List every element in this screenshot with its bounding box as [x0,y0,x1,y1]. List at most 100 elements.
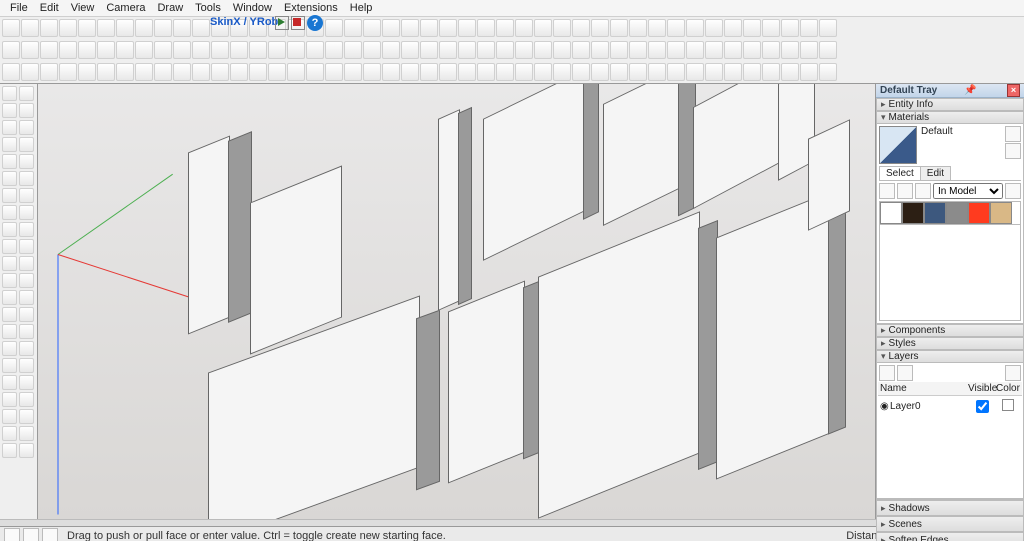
toolbar-button[interactable] [705,41,723,59]
toolbar-button[interactable] [306,63,324,81]
toolbar-button[interactable] [268,41,286,59]
toolbar-button[interactable] [2,63,20,81]
toolbar-button[interactable] [401,19,419,37]
material-swatch[interactable] [902,202,924,224]
toolbar-button[interactable] [173,41,191,59]
toolbar-button[interactable] [686,63,704,81]
toolbar-button[interactable] [439,41,457,59]
toolbar-button[interactable] [420,41,438,59]
toolbar-button[interactable] [800,41,818,59]
forward-icon[interactable] [897,183,913,199]
toolbar-button[interactable] [325,63,343,81]
left-tool-button[interactable] [19,256,34,271]
panel-shadows[interactable]: Shadows [876,500,1024,516]
toolbar-button[interactable] [496,19,514,37]
toolbar-button[interactable] [59,63,77,81]
toolbar-button[interactable] [344,19,362,37]
toolbar-button[interactable] [781,63,799,81]
toolbar-button[interactable] [21,63,39,81]
toolbar-button[interactable] [743,19,761,37]
toolbar-button[interactable] [287,41,305,59]
toolbar-button[interactable] [705,19,723,37]
toolbar-button[interactable] [173,19,191,37]
toolbar-button[interactable] [154,63,172,81]
toolbar-button[interactable] [686,41,704,59]
toolbar-button[interactable] [363,41,381,59]
left-tool-button[interactable] [2,443,17,458]
left-tool-button[interactable] [19,154,34,169]
stop-icon[interactable] [291,16,305,30]
left-tool-button[interactable] [2,188,17,203]
remove-layer-icon[interactable] [897,365,913,381]
details-icon[interactable] [1005,183,1021,199]
toolbar-button[interactable] [667,41,685,59]
toolbar-button[interactable] [211,41,229,59]
menu-window[interactable]: Window [227,2,278,14]
toolbar-button[interactable] [686,19,704,37]
geo-icon[interactable] [4,528,20,541]
left-tool-button[interactable] [19,205,34,220]
left-tool-button[interactable] [2,307,17,322]
toolbar-button[interactable] [800,63,818,81]
material-swatch[interactable] [880,202,902,224]
toolbar-button[interactable] [610,41,628,59]
toolbar-button[interactable] [724,63,742,81]
toolbar-button[interactable] [572,63,590,81]
layer-menu-icon[interactable] [1005,365,1021,381]
left-tool-button[interactable] [2,341,17,356]
toolbar-button[interactable] [743,41,761,59]
left-tool-button[interactable] [2,239,17,254]
layer-color-swatch[interactable] [1002,399,1014,411]
left-tool-button[interactable] [19,239,34,254]
toolbar-button[interactable] [705,63,723,81]
toolbar-button[interactable] [515,63,533,81]
toolbar-button[interactable] [762,63,780,81]
toolbar-button[interactable] [800,19,818,37]
toolbar-button[interactable] [534,63,552,81]
toolbar-button[interactable] [477,19,495,37]
toolbar-button[interactable] [154,41,172,59]
material-swatch[interactable] [924,202,946,224]
toolbar-button[interactable] [762,19,780,37]
toolbar-button[interactable] [724,41,742,59]
toolbar-button[interactable] [420,63,438,81]
left-tool-button[interactable] [2,171,17,186]
left-tool-button[interactable] [19,103,34,118]
toolbar-button[interactable] [135,19,153,37]
toolbar-button[interactable] [192,41,210,59]
toolbar-button[interactable] [59,19,77,37]
toolbar-button[interactable] [78,19,96,37]
panel-materials[interactable]: Materials [876,111,1024,124]
toolbar-button[interactable] [135,63,153,81]
toolbar-button[interactable] [40,19,58,37]
left-tool-button[interactable] [2,86,17,101]
toolbar-button[interactable] [439,63,457,81]
toolbar-button[interactable] [325,41,343,59]
toolbar-button[interactable] [667,19,685,37]
menu-file[interactable]: File [4,2,34,14]
toolbar-button[interactable] [553,41,571,59]
toolbar-button[interactable] [572,41,590,59]
toolbar-button[interactable] [781,19,799,37]
create-material-icon[interactable] [1005,143,1021,159]
panel-components[interactable]: Components [876,324,1024,337]
toolbar-button[interactable] [629,19,647,37]
toolbar-button[interactable] [2,41,20,59]
toolbar-button[interactable] [648,41,666,59]
toolbar-button[interactable] [230,41,248,59]
toolbar-button[interactable] [610,19,628,37]
left-tool-button[interactable] [19,120,34,135]
left-tool-button[interactable] [19,188,34,203]
toolbar-button[interactable] [21,19,39,37]
toolbar-button[interactable] [78,63,96,81]
left-tool-button[interactable] [2,205,17,220]
left-tool-button[interactable] [2,324,17,339]
toolbar-button[interactable] [154,19,172,37]
toolbar-button[interactable] [59,41,77,59]
toolbar-button[interactable] [743,63,761,81]
left-tool-button[interactable] [19,324,34,339]
toolbar-button[interactable] [230,63,248,81]
left-tool-button[interactable] [2,409,17,424]
left-tool-button[interactable] [19,392,34,407]
panel-soften-edges[interactable]: Soften Edges [876,532,1024,541]
